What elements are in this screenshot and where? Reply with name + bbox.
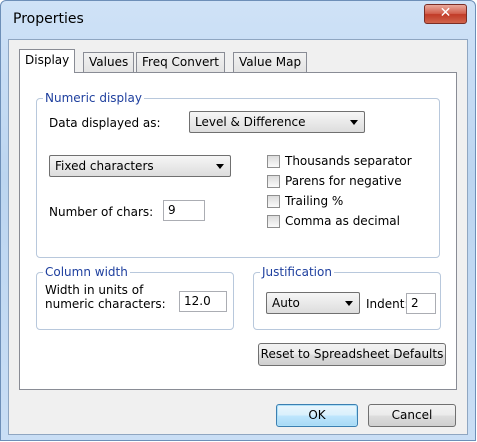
justification-group: Justification Auto Indent: 2 [253,265,441,330]
window-title: Properties [13,11,84,27]
cancel-button[interactable]: Cancel [368,404,456,427]
tab-display[interactable]: Display [19,49,76,73]
chevron-down-icon [345,301,353,306]
title-bar: Properties ✕ [1,1,475,39]
num-chars-label: Number of chars: [49,205,154,219]
ok-button[interactable]: OK [276,404,358,427]
width-label-line2: numeric characters: [45,297,166,311]
data-displayed-value: Level & Difference [195,115,306,129]
thousands-separator-checkbox[interactable]: Thousands separator [267,154,427,169]
trailing-percent-label: Trailing % [285,194,344,208]
tab-value-map[interactable]: Value Map [233,52,308,72]
indent-label: Indent: [366,297,409,311]
parens-negative-label: Parens for negative [285,174,402,188]
format-select[interactable]: Fixed characters [49,155,231,177]
dialog-client-area: Display Values Freq Convert Value Map Nu… [8,39,468,435]
comma-decimal-checkbox[interactable]: Comma as decimal [267,214,427,229]
trailing-percent-checkbox[interactable]: Trailing % [267,194,427,209]
parens-negative-checkbox[interactable]: Parens for negative [267,174,427,189]
indent-input[interactable]: 2 [406,293,436,314]
chevron-down-icon [216,164,224,169]
data-displayed-label: Data displayed as: [49,116,161,130]
close-icon: ✕ [439,5,452,21]
checkbox-box [267,155,280,168]
checkbox-box [267,195,280,208]
data-displayed-select[interactable]: Level & Difference [189,111,365,133]
reset-defaults-button[interactable]: Reset to Spreadsheet Defaults [258,343,446,366]
checkbox-box [267,215,280,228]
column-width-input[interactable]: 12.0 [179,291,227,312]
justification-select[interactable]: Auto [266,292,360,314]
properties-dialog: Properties ✕ Display Values Freq Convert… [0,0,476,441]
comma-decimal-label: Comma as decimal [285,214,400,228]
width-label-line1: Width in units of [45,283,144,297]
num-chars-input[interactable]: 9 [163,200,205,221]
justification-value: Auto [272,296,300,310]
format-value: Fixed characters [55,159,154,173]
tab-freq-convert[interactable]: Freq Convert [136,52,225,72]
column-width-group: Column width Width in units of numeric c… [36,265,234,330]
close-button[interactable]: ✕ [424,4,467,24]
column-width-legend: Column width [43,265,130,279]
display-tab-panel: Numeric display Data displayed as: Level… [19,72,457,390]
chevron-down-icon [350,120,358,125]
numeric-display-legend: Numeric display [43,91,144,105]
thousands-separator-label: Thousands separator [285,154,412,168]
checkbox-box [267,175,280,188]
justification-legend: Justification [260,265,334,279]
tab-values[interactable]: Values [83,52,135,72]
numeric-display-group: Numeric display Data displayed as: Level… [36,91,440,258]
